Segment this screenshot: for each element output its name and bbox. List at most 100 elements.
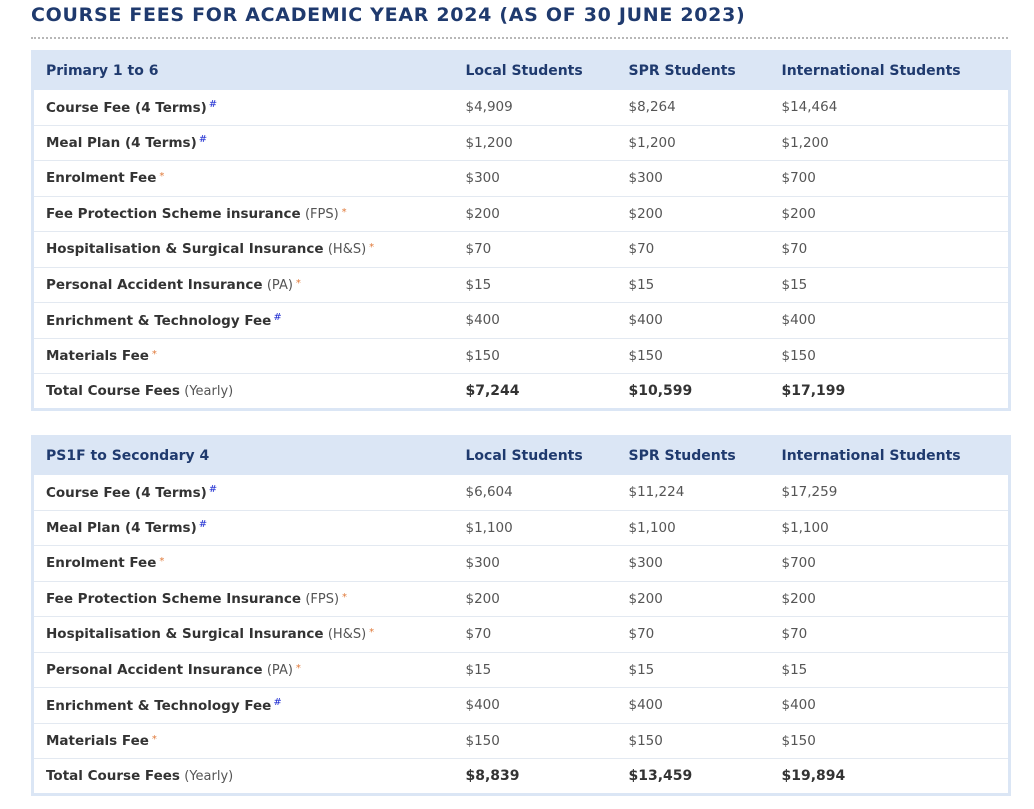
total-row: Total Course Fees (Yearly) $8,839 $13,459 $… [32,758,1010,795]
amount-cell-spr: $200 [617,581,770,617]
amount-local: $300 [465,170,500,187]
amount-local: $6,604 [465,484,513,500]
hash-footnote-mark: # [273,696,282,708]
amount-cell-intl: $17,259 [770,475,1010,511]
amount-cell-intl: $200 [770,196,1010,232]
amount-spr: $15 [628,661,655,678]
amount-local: $1,200 [465,134,513,151]
table-row: Enrichment & Technology Fee # $400 $400 $400 [32,687,1010,724]
amount-cell-spr: $1,200 [617,125,770,161]
amount-cell-spr: $400 [617,688,770,724]
amount-cell-local: $300 [454,546,617,582]
fee-name-cell: Total Course Fees (Yearly) [33,374,454,410]
amount-spr: $1,200 [628,134,676,151]
amount-local: $15 [465,661,492,678]
amount-cell-local: $200 [454,196,617,232]
table-row: Fee Protection Scheme insurance (FPS) * $2… [32,196,1010,232]
hash-footnote-mark: # [198,519,208,531]
amount-cell-local: $8,839 [454,759,617,795]
fee-qualifier: (PA) [266,662,293,678]
amount-spr: $150 [628,732,663,749]
amount-cell-spr: $15 [617,267,770,303]
asterisk-footnote-mark: * [369,242,375,254]
fee-name: Fee Protection Scheme Insurance [46,590,302,607]
table-row: Course Fee (4 Terms) # $4,909 $8,264 $14,464 [33,90,1010,126]
fee-name: Meal Plan (4 Terms) [46,520,197,537]
amount-cell-local: $400 [454,303,617,339]
fee-name: Course Fee (4 Terms) [46,99,207,116]
header-international-students: International Students [781,63,961,80]
amount-local: $200 [465,590,500,607]
amount-intl: $400 [781,312,816,329]
amount-cell-intl: $15 [770,652,1010,688]
table-row: Enrolment Fee * $300 $300 $700 [32,160,1010,197]
amount-cell-spr: $70 [617,232,770,268]
amount-cell-spr: $150 [617,723,770,759]
amount-local: $70 [465,241,492,258]
hash-footnote-mark: # [208,98,218,110]
amount-local: $8,839 [465,767,520,784]
asterisk-footnote-mark: * [341,206,347,218]
amount-cell-spr: $10,599 [617,374,770,410]
amount-cell-local: $6,604 [454,475,617,511]
amount-intl: $70 [781,241,808,258]
fee-name-cell: Hospitalisation & Surgical Insurance (H&… [33,232,454,268]
table-row: Fee Protection Scheme Insurance (FPS) * $2… [32,581,1010,617]
hash-footnote-mark: # [208,483,218,495]
table-row: Enrichment & Technology Fee # $400 $400 $400 [32,302,1010,339]
amount-local: $150 [465,347,500,364]
asterisk-footnote-mark: * [151,348,157,360]
amount-cell-intl: $19,894 [770,759,1010,795]
header-local-students: Local Students [465,63,583,80]
amount-spr: $150 [628,347,663,364]
amount-local: $7,244 [465,382,520,399]
amount-intl: $400 [781,697,816,714]
hash-footnote-mark: # [198,134,208,146]
hash-footnote-mark: # [273,311,282,323]
fee-qualifier: (PA) [266,277,293,293]
amount-cell-intl: $150 [770,338,1010,374]
amount-cell-local: $1,100 [454,510,617,546]
fee-qualifier: (Yearly) [184,768,234,784]
fee-name-cell: Fee Protection Scheme Insurance (FPS) * [33,581,454,617]
amount-cell-spr: $11,224 [617,475,770,511]
fee-name-cell: Enrichment & Technology Fee # [33,303,454,339]
fee-name-cell: Hospitalisation & Surgical Insurance (H&… [33,617,454,653]
secondary-fee-table: PS1F to Secondary 4 Local Students SPR S… [31,435,1011,796]
amount-intl: $1,200 [781,134,829,151]
amount-intl: $15 [781,661,808,678]
amount-spr: $8,264 [628,99,676,115]
fee-name: Enrichment & Technology Fee [46,697,272,714]
fee-name: Fee Protection Scheme insurance [46,205,301,222]
amount-cell-local: $200 [454,581,617,617]
table-row: Meal Plan (4 Terms) # $1,200 $1,200 $1,200 [32,125,1010,161]
header-level: Primary 1 to 6 [46,63,159,80]
fee-qualifier: (H&S) [327,242,367,258]
asterisk-footnote-mark: * [295,277,301,289]
amount-local: $70 [465,626,492,643]
fee-qualifier: (FPS) [305,591,340,607]
table-row: Personal Accident Insurance (PA) * $15 $15 $… [32,267,1010,303]
amount-spr: $400 [628,312,663,329]
fee-name-cell: Enrolment Fee * [33,546,454,582]
fee-name: Personal Accident Insurance [46,661,263,678]
amount-cell-spr: $400 [617,303,770,339]
fee-name-cell: Materials Fee * [33,723,454,759]
amount-cell-local: $300 [454,161,617,197]
fee-name-cell: Meal Plan (4 Terms) # [33,125,454,161]
fee-name: Course Fee (4 Terms) [46,484,207,501]
amount-cell-intl: $150 [770,723,1010,759]
amount-cell-spr: $200 [617,196,770,232]
amount-cell-local: $70 [454,232,617,268]
amount-local: $15 [465,276,492,293]
amount-cell-intl: $17,199 [770,374,1010,410]
fee-qualifier: (FPS) [304,206,339,222]
fee-name: Total Course Fees [46,382,180,399]
amount-spr: $70 [628,626,655,643]
amount-spr: $200 [628,590,663,607]
amount-cell-local: $150 [454,338,617,374]
fee-name: Hospitalisation & Surgical Insurance [46,241,324,258]
fee-name-cell: Personal Accident Insurance (PA) * [33,652,454,688]
amount-cell-local: $15 [454,267,617,303]
table-row: Materials Fee * $150 $150 $150 [32,723,1010,759]
